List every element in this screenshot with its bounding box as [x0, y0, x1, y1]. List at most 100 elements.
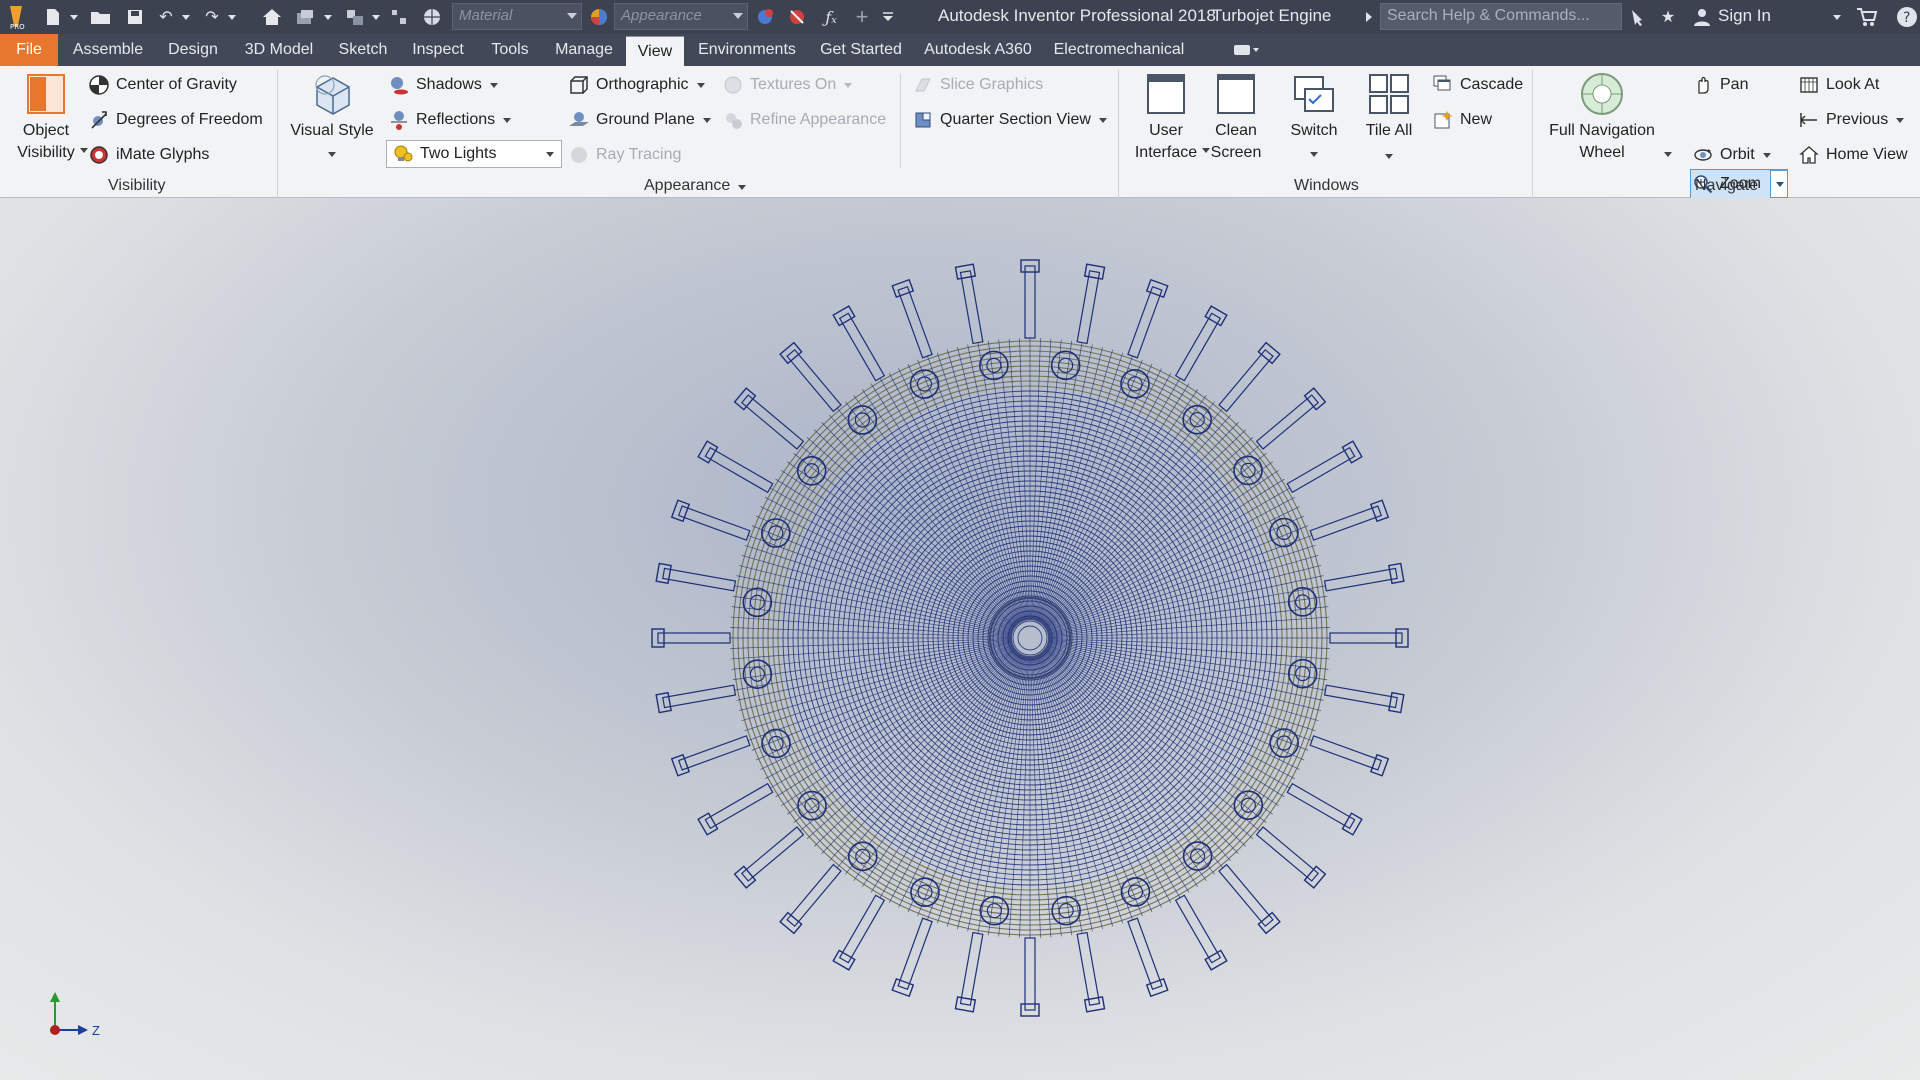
undo-icon[interactable]: ↶: [154, 0, 178, 34]
select-icon[interactable]: [292, 0, 318, 34]
tab-3d-model[interactable]: 3D Model: [236, 34, 322, 66]
pan-button[interactable]: Pan: [1692, 71, 1748, 99]
clean-screen-label-2: Screen: [1210, 144, 1262, 161]
save-icon[interactable]: [122, 0, 148, 34]
degrees-of-freedom-button[interactable]: Degrees of Freedom: [88, 106, 263, 134]
tab-tools[interactable]: Tools: [482, 34, 538, 66]
bracket-strut: [1329, 632, 1403, 644]
user-icon[interactable]: [1690, 0, 1714, 34]
tab-sketch[interactable]: Sketch: [332, 34, 394, 66]
previous-view-dropdown-icon[interactable]: [1896, 117, 1905, 123]
windows-panel-label: Windows: [1294, 177, 1359, 194]
tab-design[interactable]: Design: [160, 34, 226, 66]
new-file-icon[interactable]: [40, 0, 66, 34]
tab-manage[interactable]: Manage: [548, 34, 620, 66]
tile-all-button[interactable]: Tile All: [1356, 72, 1422, 159]
tab-environments[interactable]: Environments: [692, 34, 802, 66]
panel-options-icon[interactable]: [1228, 34, 1264, 66]
appearance-combo[interactable]: Appearance: [614, 3, 748, 30]
orbit-button[interactable]: Orbit: [1692, 141, 1771, 169]
bracket-strut: [1076, 270, 1101, 345]
ground-plane-dropdown-icon[interactable]: [702, 117, 711, 123]
sign-in-link[interactable]: Sign In: [1718, 6, 1771, 26]
appearance-ball-icon[interactable]: [586, 0, 612, 34]
selection-filter-icon[interactable]: [342, 0, 368, 34]
binoculars-icon[interactable]: [1624, 0, 1652, 34]
quarter-section-dropdown-icon[interactable]: [1098, 117, 1107, 123]
clear-appearance-icon[interactable]: [784, 0, 812, 34]
orthographic-dropdown-icon[interactable]: [696, 82, 705, 88]
new-dropdown-icon[interactable]: [68, 0, 80, 34]
reflections-button[interactable]: Reflections: [388, 106, 512, 134]
add-icon[interactable]: +: [850, 0, 874, 34]
tab-electromechanical[interactable]: Electromechanical: [1046, 34, 1192, 66]
zoom-dropdown-button[interactable]: [1770, 170, 1788, 198]
lighting-dropdown-icon[interactable]: [546, 152, 554, 157]
user-interface-button[interactable]: User Interface: [1128, 72, 1210, 164]
visual-style-button[interactable]: Visual Style: [286, 72, 378, 157]
user-interface-label-1: User: [1149, 122, 1183, 139]
new-window-button[interactable]: New: [1432, 106, 1492, 134]
orbit-dropdown-icon[interactable]: [1762, 152, 1771, 158]
search-input[interactable]: Search Help & Commands...: [1380, 3, 1622, 30]
imate-glyphs-button[interactable]: iMate Glyphs: [88, 141, 209, 169]
look-at-icon: [1798, 74, 1820, 96]
customize-dropdown-icon[interactable]: [878, 0, 898, 34]
inventor-logo-icon[interactable]: PRO: [4, 0, 28, 34]
object-visibility-button[interactable]: Object Visibility: [8, 72, 88, 164]
redo-icon[interactable]: ↷: [200, 0, 224, 34]
textures-on-button[interactable]: Textures On: [722, 71, 853, 99]
center-of-gravity-button[interactable]: Center of Gravity: [88, 71, 237, 99]
slice-graphics-button[interactable]: Slice Graphics: [912, 71, 1043, 99]
globe-icon[interactable]: [418, 0, 446, 34]
tab-autodesk-a360[interactable]: Autodesk A360: [920, 34, 1036, 66]
home-icon[interactable]: [258, 0, 286, 34]
navigation-wheel-label-1: Full Navigation: [1549, 122, 1655, 139]
measure-icon[interactable]: [388, 0, 410, 34]
tab-view[interactable]: View: [626, 36, 684, 66]
cascade-button[interactable]: Cascade: [1432, 71, 1523, 99]
wireframe-spoke: [1041, 651, 1231, 862]
tab-inspect[interactable]: Inspect: [404, 34, 472, 66]
sign-in-dropdown-icon[interactable]: [1830, 0, 1844, 34]
clean-screen-button[interactable]: Clean Screen: [1208, 72, 1264, 164]
home-view-button[interactable]: Home View: [1798, 141, 1908, 169]
orthographic-button[interactable]: Orthographic: [568, 71, 705, 99]
previous-view-button[interactable]: Previous: [1798, 106, 1905, 134]
redo-dropdown-icon[interactable]: [226, 0, 238, 34]
shadows-dropdown-icon[interactable]: [489, 82, 498, 88]
look-at-button[interactable]: Look At: [1798, 71, 1879, 99]
filter-dropdown-icon[interactable]: [370, 0, 382, 34]
full-navigation-wheel-button[interactable]: Full Navigation Wheel: [1542, 72, 1672, 164]
material-combo[interactable]: Material: [452, 3, 582, 30]
bracket-strut: [959, 931, 984, 1006]
tab-file[interactable]: File: [0, 34, 58, 66]
cascade-icon: [1432, 74, 1454, 96]
lighting-style-value[interactable]: Two Lights: [392, 140, 496, 168]
cart-icon[interactable]: [1852, 0, 1882, 34]
appearance-panel-label[interactable]: Appearance: [644, 177, 747, 195]
ground-plane-button[interactable]: Ground Plane: [568, 106, 711, 134]
wireframe-spoke: [1047, 638, 1330, 649]
adjust-appearance-icon[interactable]: [752, 0, 780, 34]
ray-tracing-button[interactable]: Ray Tracing: [568, 141, 681, 169]
graphics-viewport[interactable]: Z: [0, 198, 1920, 1080]
shadows-button[interactable]: Shadows: [388, 71, 498, 99]
tab-get-started[interactable]: Get Started: [812, 34, 910, 66]
expand-arrow-icon[interactable]: [1362, 0, 1376, 34]
turbojet-engine-wireframe-model[interactable]: [640, 248, 1420, 1028]
help-icon[interactable]: ?: [1894, 0, 1920, 34]
favorites-star-icon[interactable]: ★: [1654, 0, 1682, 34]
refine-appearance-button[interactable]: Refine Appearance: [722, 106, 886, 134]
textures-dropdown-icon[interactable]: [844, 82, 853, 88]
bracket-strut: [1255, 826, 1320, 882]
function-icon[interactable]: ƒₓ: [818, 0, 844, 34]
select-dropdown-icon[interactable]: [322, 0, 334, 34]
appearance-panel-dropdown-icon[interactable]: [738, 185, 747, 190]
tab-assemble[interactable]: Assemble: [64, 34, 152, 66]
quarter-section-view-button[interactable]: Quarter Section View: [912, 106, 1107, 134]
reflections-dropdown-icon[interactable]: [503, 117, 512, 123]
switch-window-button[interactable]: Switch: [1282, 72, 1346, 157]
undo-dropdown-icon[interactable]: [180, 0, 192, 34]
open-folder-icon[interactable]: [88, 0, 114, 34]
